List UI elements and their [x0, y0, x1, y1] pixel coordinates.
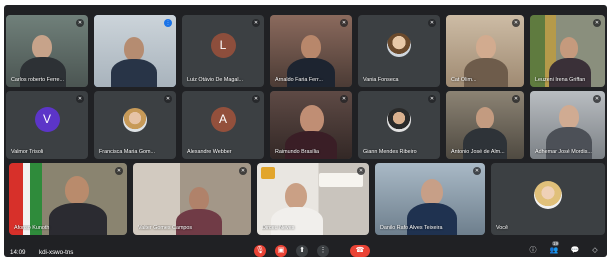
logo-icon: [261, 167, 275, 179]
participant-name: Cat Olim...: [451, 77, 477, 83]
participant-name: Valter Gomes Campos: [138, 225, 193, 231]
avatar: V: [34, 107, 60, 133]
banner: [319, 173, 363, 187]
mic-muted-icon: ✕: [340, 95, 348, 103]
mic-muted-icon: ✕: [357, 167, 365, 175]
participant-tile[interactable]: ✕ Francisca Maria Gom...: [94, 91, 176, 159]
participant-tile[interactable]: ✕ Giann Mendes Ribeiro: [358, 91, 440, 159]
activities-icon[interactable]: ◇: [590, 246, 600, 256]
participant-tile[interactable]: ✕ Valter Gomes Campos: [133, 163, 251, 235]
participant-name: Raimundo Brasília: [275, 149, 320, 155]
avatar: A: [210, 107, 236, 133]
mic-muted-icon: ✕: [340, 19, 348, 27]
mic-muted-icon: ✕: [428, 95, 436, 103]
mic-muted-icon: ✕: [593, 95, 601, 103]
participant-name: Dirceu Neves: [262, 225, 295, 231]
avatar: [534, 181, 562, 210]
people-icon[interactable]: 👥: [549, 246, 559, 256]
people-count-badge: 19: [552, 241, 560, 246]
mic-muted-icon: ✕: [76, 95, 84, 103]
avatar: L: [210, 32, 236, 58]
participant-name: Arnaldo Faria Ferr...: [275, 77, 323, 83]
participant-tile[interactable]: ✕ Antonio José de Alm...: [446, 91, 524, 159]
participant-name: Adhemar José Mordis...: [535, 149, 592, 155]
participant-tile[interactable]: ✕ Raimundo Brasília: [270, 91, 352, 159]
participant-name: Afonso Kunoth: [14, 225, 50, 231]
participant-tile[interactable]: ✕ Leuzeni Irena Griffan: [530, 15, 605, 87]
mic-muted-icon: ✕: [252, 19, 260, 27]
more-vert-icon[interactable]: ⋮: [317, 245, 329, 257]
mic-muted-icon: ✕: [239, 167, 247, 175]
avatar: [123, 107, 147, 132]
participant-tile[interactable]: ✕ Dirceu Neves: [257, 163, 369, 235]
participant-name: Valmor Trisoli: [11, 149, 44, 155]
mic-muted-icon: ✕: [593, 19, 601, 27]
meeting-stage: ✕ Carlos roberto Ferre... ⋮ L ✕ Luiz Otá…: [4, 5, 607, 257]
participant-tile[interactable]: ✕ Arnaldo Faria Ferr...: [270, 15, 352, 87]
participant-tile[interactable]: ✕ Carlos roberto Ferre...: [6, 15, 88, 87]
hangup-icon[interactable]: ☎: [350, 245, 370, 257]
info-icon[interactable]: ⓘ: [528, 246, 538, 256]
speaking-indicator-icon: ⋮: [164, 19, 172, 27]
participant-name: Giann Mendes Ribeiro: [363, 149, 417, 155]
participant-tile[interactable]: A ✕ Alexandre Webber: [182, 91, 264, 159]
mic-off-icon[interactable]: 🎙: [254, 245, 266, 257]
mic-muted-icon: ✕: [428, 19, 436, 27]
mic-muted-icon: ✕: [76, 19, 84, 27]
participant-tile[interactable]: ✕ Vania Fonseca: [358, 15, 440, 87]
participant-name: Alexandre Webber: [187, 149, 232, 155]
participant-tile[interactable]: ✕ Adhemar José Mordis...: [530, 91, 605, 159]
present-icon[interactable]: ⬆: [296, 245, 308, 257]
mic-muted-icon: ✕: [252, 95, 260, 103]
participant-tile[interactable]: ✕ Afonso Kunoth: [9, 163, 127, 235]
camera-off-icon[interactable]: ▣: [275, 245, 287, 257]
self-tile[interactable]: Você: [491, 163, 605, 235]
meeting-code: kdi-xswo-tns: [39, 249, 74, 256]
mic-muted-icon: ✕: [115, 167, 123, 175]
mic-muted-icon: ✕: [512, 95, 520, 103]
participant-tile[interactable]: V ✕ Valmor Trisoli: [6, 91, 88, 159]
chat-icon[interactable]: 💬: [570, 246, 580, 256]
participant-name: Carlos roberto Ferre...: [11, 77, 65, 83]
participant-name: Francisca Maria Gom...: [99, 149, 156, 155]
avatar: [387, 107, 411, 132]
participant-name: Você: [496, 225, 508, 231]
participant-name: Danilo Rafo Alves Teixeira: [380, 225, 443, 231]
participant-name: Vania Fonseca: [363, 77, 399, 83]
participant-name: Leuzeni Irena Griffan: [535, 77, 586, 83]
meeting-clock: 14:09: [10, 249, 26, 256]
avatar: [387, 33, 411, 58]
mic-muted-icon: ✕: [473, 167, 481, 175]
participant-tile[interactable]: ⋮: [94, 15, 176, 87]
participant-tile[interactable]: ✕ Danilo Rafo Alves Teixeira: [375, 163, 485, 235]
mic-muted-icon: ✕: [512, 19, 520, 27]
participant-tile[interactable]: L ✕ Luiz Otávio De Magal...: [182, 15, 264, 87]
participant-name: Antonio José de Alm...: [451, 149, 505, 155]
participant-tile[interactable]: ✕ Cat Olim...: [446, 15, 524, 87]
mic-muted-icon: ✕: [164, 95, 172, 103]
participant-name: Luiz Otávio De Magal...: [187, 77, 244, 83]
